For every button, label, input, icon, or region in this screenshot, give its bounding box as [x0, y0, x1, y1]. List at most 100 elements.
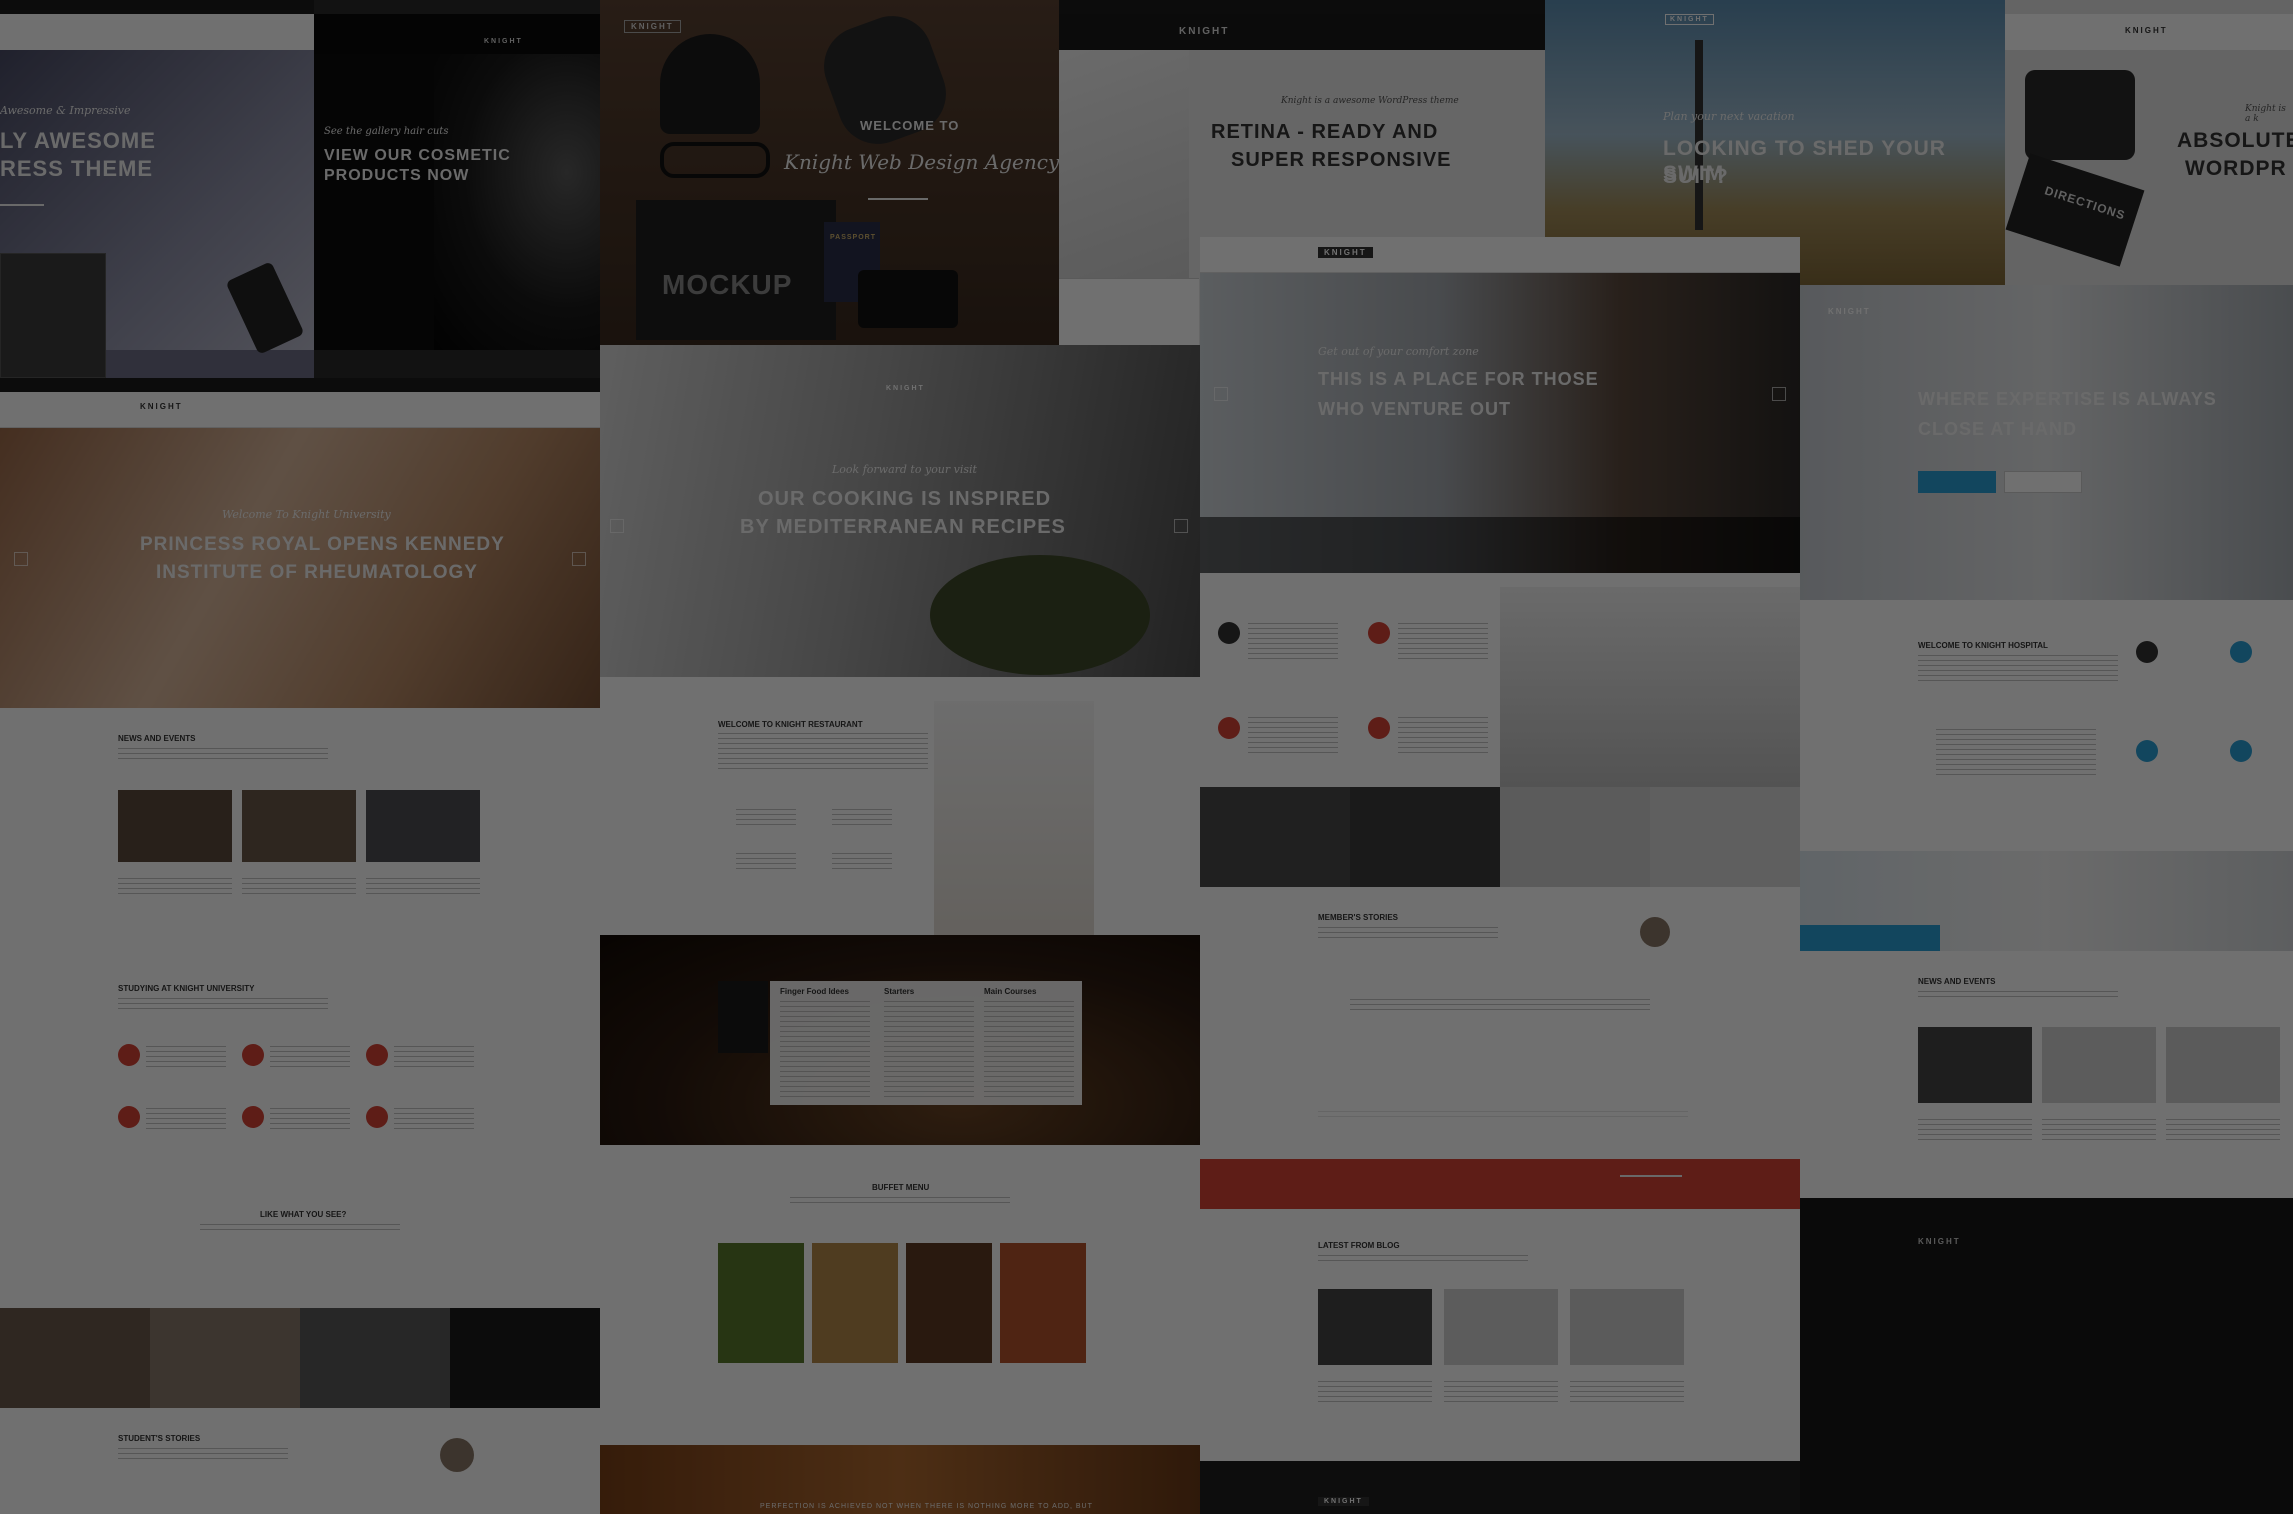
news-text-2 — [242, 878, 356, 898]
tile-restaurant: KNIGHT Look forward to your visit OUR CO… — [600, 345, 1200, 1514]
hero-title-line-2: RESS THEME — [0, 156, 154, 181]
hero-subtitle: Welcome To Knight University — [222, 508, 391, 521]
tile-cosmetic: KNIGHT See the gallery hair cuts VIEW OU… — [314, 14, 600, 350]
passport-label: PASSPORT — [830, 234, 876, 241]
feature-text-4 — [146, 1108, 226, 1132]
footer-dark — [1200, 1461, 1800, 1514]
news-photo-3 — [366, 790, 480, 862]
slider-prev-arrow[interactable] — [610, 519, 624, 533]
beanie-image — [660, 34, 760, 134]
student-avatar — [440, 1438, 474, 1472]
news-photo-1 — [1918, 1027, 2032, 1103]
news-text-2 — [2042, 1119, 2156, 1143]
hero-subtitle: Knight is a k — [2245, 104, 2286, 124]
slider-next-arrow[interactable] — [1174, 519, 1188, 533]
menu-col-3-heading: Main Courses — [984, 987, 1037, 996]
buffet-salad — [718, 1243, 804, 1363]
slider-prev-arrow[interactable] — [1214, 387, 1228, 401]
gallery-photo-4 — [450, 1308, 600, 1408]
hero-subtitle: Look forward to your visit — [832, 463, 977, 476]
gallery-photo-1 — [0, 1308, 150, 1408]
feature-icon-3 — [1218, 717, 1240, 739]
events-icon — [366, 1106, 388, 1128]
hero-button[interactable] — [0, 204, 44, 206]
navbar — [0, 392, 600, 428]
hero-button-secondary[interactable] — [2004, 471, 2082, 493]
logo: KNIGHT — [140, 402, 183, 411]
feature-text-2 — [1398, 623, 1488, 659]
campus-icon — [118, 1044, 140, 1066]
news-intro-text — [118, 748, 328, 760]
welcome-text — [718, 733, 928, 769]
feature-box — [1059, 278, 1199, 345]
logo: KNIGHT — [2125, 26, 2168, 35]
hero-title-line-1: THIS IS A PLACE FOR THOSE — [1318, 369, 1599, 389]
hero-subtitle: Get out of your comfort zone — [1318, 345, 1479, 358]
glasses-image — [660, 142, 770, 178]
cta-button[interactable] — [1620, 1175, 1682, 1177]
feature-text-4 — [1398, 717, 1488, 753]
hero-button-primary[interactable] — [1918, 471, 1996, 493]
tile-agency-theme: Awesome & Impressive LY AWESOME RESS THE… — [0, 0, 314, 380]
like-text — [200, 1224, 400, 1230]
buffet-heading: BUFFET MENU — [872, 1183, 930, 1192]
hero-title-line-2: PRODUCTS NOW — [324, 167, 470, 184]
gym-photo-3 — [1500, 787, 1650, 887]
gym-photo-2 — [1350, 787, 1500, 887]
menu-logo-box — [718, 981, 768, 1053]
top-strip — [0, 0, 314, 14]
mockup-label: MOCKUP — [662, 269, 793, 300]
fitness-blog-row: KNIGHT — [1200, 1277, 1800, 1514]
hero-title-line-1: LY AWESOME — [0, 128, 156, 153]
gallery-photo-3 — [300, 1308, 450, 1408]
hero-title-line-2: WHO VENTURE OUT — [1318, 399, 1511, 419]
studying-intro-text — [118, 998, 328, 1010]
slider-next-arrow[interactable] — [572, 552, 586, 566]
feature-icon-2 — [1368, 622, 1390, 644]
member-avatar — [1640, 917, 1670, 947]
sign-post — [1695, 40, 1703, 230]
tile-fitness: KNIGHT Get out of your comfort zone THIS… — [1200, 237, 1800, 1277]
menu-col-1-items — [780, 1001, 870, 1097]
hero-title-line-2: BY MEDITERRANEAN RECIPES — [740, 516, 1066, 538]
hero-title-line-2: INSTITUTE OF RHEUMATOLOGY — [156, 562, 478, 583]
feature-text-2 — [270, 1046, 350, 1070]
gym-photo-1 — [1200, 787, 1350, 887]
blog-intro — [1318, 1255, 1528, 1261]
footer-dark — [1800, 1198, 2293, 1514]
feature-text-5 — [270, 1108, 350, 1132]
menu-col-1-heading: Finger Food Idees — [780, 987, 849, 996]
tile-university: KNIGHT Welcome To Knight University PRIN… — [0, 378, 600, 1514]
news-heading: NEWS AND EVENTS — [1918, 977, 1996, 986]
news-text-3 — [366, 878, 480, 898]
buffet-pizza — [1000, 1243, 1086, 1363]
hero-title-line-2: SUIT? — [1663, 165, 1729, 188]
tile-hospital: KNIGHT WHERE EXPERTISE IS ALWAYS CLOSE A… — [1800, 285, 2293, 1514]
trainer-photo — [1500, 587, 1800, 787]
feature-text-1 — [1248, 623, 1338, 659]
stories-heading: STUDENT'S STORIES — [118, 1434, 201, 1443]
news-text-3 — [2166, 1119, 2280, 1143]
service-icon-3 — [2136, 740, 2158, 762]
gallery-photo-2 — [150, 1308, 300, 1408]
hero-subtitle: See the gallery hair cuts — [324, 126, 449, 137]
hero-button[interactable] — [868, 198, 928, 200]
buffet-pasta — [812, 1243, 898, 1363]
blog-text-1 — [1318, 1381, 1432, 1405]
slider-prev-arrow[interactable] — [14, 552, 28, 566]
logo: KNIGHT — [484, 38, 523, 45]
theme-collage: Awesome & Impressive LY AWESOME RESS THE… — [0, 0, 2293, 1514]
logo: KNIGHT — [1665, 14, 1714, 25]
contact-booking — [832, 853, 892, 873]
slider-next-arrow[interactable] — [1772, 387, 1786, 401]
gym-photo-4 — [1650, 787, 1800, 887]
news-text-1 — [1918, 1119, 2032, 1143]
news-photo-3 — [2166, 1027, 2280, 1103]
hero-title-line-1: OUR COOKING IS INSPIRED — [758, 488, 1052, 510]
navbar — [0, 14, 314, 50]
logo: KNIGHT — [624, 20, 681, 33]
buffet-text — [790, 1197, 1010, 1207]
news-text-1 — [118, 878, 232, 898]
stories-text — [118, 1448, 288, 1460]
navbar — [1059, 14, 1545, 50]
